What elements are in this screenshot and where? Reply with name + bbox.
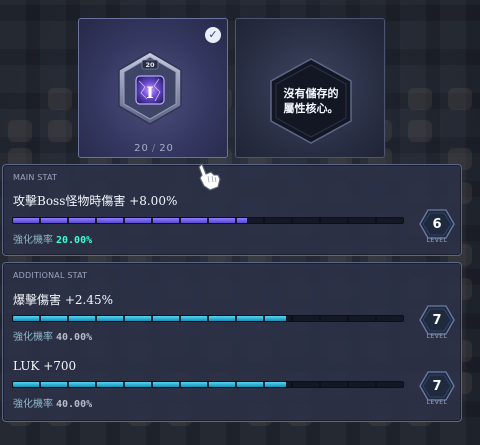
hand-cursor-icon xyxy=(198,163,221,191)
additional-stat-progress-bar xyxy=(12,315,404,322)
empty-slot-message: 沒有儲存的 屬性核心。 xyxy=(236,86,386,116)
additional-stat-level-word: LEVEL xyxy=(426,399,448,406)
additional-stat-rate: 強化機率 40.00% xyxy=(13,395,92,410)
core-glyph: I xyxy=(146,83,153,102)
additional-stat-title: ADDITIONAL STAT xyxy=(13,271,88,280)
main-stat-rate: 強化機率 20.00% xyxy=(13,231,92,246)
empty-slot-message-line2: 屬性核心。 xyxy=(283,102,339,115)
empty-slot-message-line1: 沒有儲存的 xyxy=(283,87,339,100)
main-stat-panel: MAIN STAT 攻擊Boss怪物時傷害 +8.00% 強化機率 20.00% … xyxy=(2,164,462,256)
main-stat-rate-label: 強化機率 xyxy=(13,235,53,246)
background-item xyxy=(8,120,32,142)
background-item xyxy=(448,88,472,110)
additional-stat-rate: 強化機率 40.00% xyxy=(13,328,92,343)
background-item xyxy=(408,120,432,142)
additional-stat-rate-value: 40.00% xyxy=(56,399,93,410)
additional-stat-level-word: LEVEL xyxy=(426,333,448,340)
additional-stat-name: LUK +700 xyxy=(13,359,77,373)
main-stat-title: MAIN STAT xyxy=(13,173,58,182)
checkmark-icon: ✓ xyxy=(205,27,221,43)
additional-stat-name: 爆擊傷害 +2.45% xyxy=(13,293,113,307)
additional-stat-panel: ADDITIONAL STAT 爆擊傷害 +2.45% 強化機率 40.00% 7… xyxy=(2,262,462,422)
core-count-max: 20 xyxy=(159,143,174,154)
main-stat-level-badge: 6 LEVEL xyxy=(419,209,455,249)
background-item xyxy=(408,88,432,110)
additional-stat-level: 7 xyxy=(432,379,442,394)
additional-stat-rate-label: 強化機率 xyxy=(13,332,53,343)
additional-stat-progress-bar xyxy=(12,381,404,388)
main-stat-level: 6 xyxy=(432,217,442,232)
main-stat-progress-bar xyxy=(12,217,404,224)
main-stat-rate-value: 20.00% xyxy=(56,235,93,246)
core-hexagon-icon: I 20 xyxy=(118,51,182,125)
additional-stat-rate-value: 40.00% xyxy=(56,332,93,343)
additional-stat-level: 7 xyxy=(432,313,442,328)
additional-stat-rate-label: 強化機率 xyxy=(13,399,53,410)
main-stat-level-word: LEVEL xyxy=(426,237,448,244)
main-stat-name: 攻擊Boss怪物時傷害 +8.00% xyxy=(13,194,178,208)
empty-core-card[interactable]: 沒有儲存的 屬性核心。 xyxy=(235,18,385,158)
core-count: 20/20 xyxy=(79,143,229,154)
core-level-badge: 20 xyxy=(145,61,155,69)
additional-stat-level-badge: 7 LEVEL xyxy=(419,371,455,411)
additional-stat-level-badge: 7 LEVEL xyxy=(419,305,455,345)
background-item xyxy=(48,88,72,110)
background-item xyxy=(48,120,72,142)
equipped-core-card[interactable]: ✓ I 20 20/20 xyxy=(78,18,228,158)
core-count-current: 20 xyxy=(134,143,149,154)
core-count-separator: / xyxy=(151,143,157,154)
